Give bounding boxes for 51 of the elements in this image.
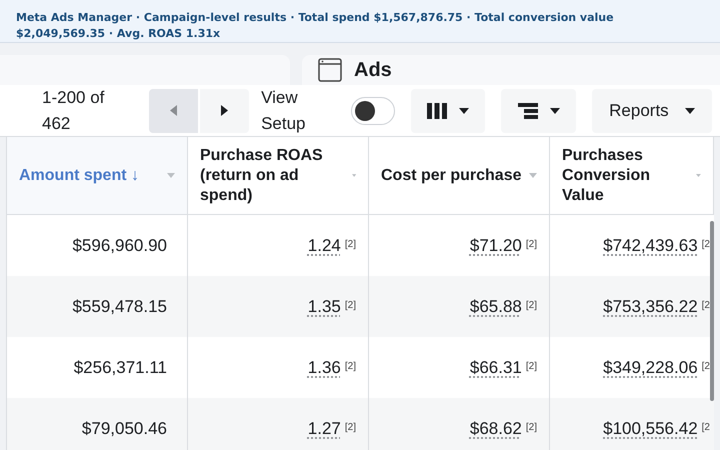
caret-icon: [529, 173, 537, 178]
left-triangle-icon: [170, 105, 178, 116]
caret-icon: [696, 173, 701, 178]
table-cell-text: $66.31: [470, 356, 522, 379]
footnote-mark: [2: [702, 299, 710, 313]
caret-icon: [550, 108, 560, 114]
table-cell-text: $559,478.15: [72, 296, 167, 318]
table-cell-text: $596,960.90: [72, 234, 167, 257]
table-cell-text: $742,439.63: [603, 234, 698, 257]
footnote-mark: [2]: [526, 421, 537, 435]
panel-title: Ads: [354, 58, 392, 83]
table-cell-text: $79,050.46: [82, 418, 167, 440]
footnote-mark: [2]: [526, 299, 537, 313]
footnote-mark: [2]: [526, 238, 537, 252]
table-cell-text: $68.62: [470, 418, 522, 440]
footnote-mark: [2]: [344, 299, 356, 313]
caret-icon: [684, 108, 695, 114]
reports-button[interactable]: Reports: [592, 88, 712, 132]
summary-banner: Meta Ads Manager · Campaign-level results · Total spend $1,567,876.75 · Total conversion value $2,049,569.35 · Avg. ROAS 1.31x: [0, 0, 720, 43]
caret-icon: [459, 108, 470, 114]
table-cell-text: $753,356.22: [603, 296, 698, 318]
table-cell-text: $349,228.06: [603, 356, 698, 379]
table-cell-text: $100,556.42: [603, 418, 698, 440]
stacked-bars-icon: [518, 102, 538, 118]
columns-icon: [427, 102, 448, 118]
footnote-mark: [2]: [344, 238, 356, 252]
table-cell-text: 1.35: [308, 296, 341, 318]
table-cell-text: $71.20: [470, 234, 522, 257]
page-range: 1-200 of 462: [42, 87, 106, 134]
table-cell-text: 1.36: [308, 356, 341, 379]
ads-tab-card[interactable]: Ads: [302, 55, 720, 85]
footnote-mark: [2: [702, 238, 710, 252]
table-cell-text: $256,371.11: [74, 356, 167, 379]
footnote-mark: [2]: [344, 421, 356, 435]
table-cell-text: 1.24: [308, 234, 341, 257]
column-header[interactable]: Amount spent ↓: [7, 137, 188, 214]
footnote-mark: [2: [702, 421, 710, 435]
caret-icon: [167, 173, 175, 178]
footnote-mark: [2: [702, 360, 710, 374]
scrollbar[interactable]: [710, 221, 714, 401]
table-cell-text: 1.27: [308, 418, 341, 440]
footnote-mark: [2]: [526, 360, 537, 374]
table-cell-text: $65.88: [470, 296, 522, 318]
view-setup-toggle[interactable]: [350, 96, 396, 124]
right-triangle-icon: [221, 105, 228, 116]
view-setup-label: View Setup: [261, 87, 306, 134]
footnote-mark: [2]: [344, 360, 356, 374]
breakdown-button[interactable]: [501, 88, 576, 132]
window-icon: [318, 58, 342, 82]
caret-icon: [352, 173, 356, 178]
columns-button[interactable]: [411, 88, 486, 132]
